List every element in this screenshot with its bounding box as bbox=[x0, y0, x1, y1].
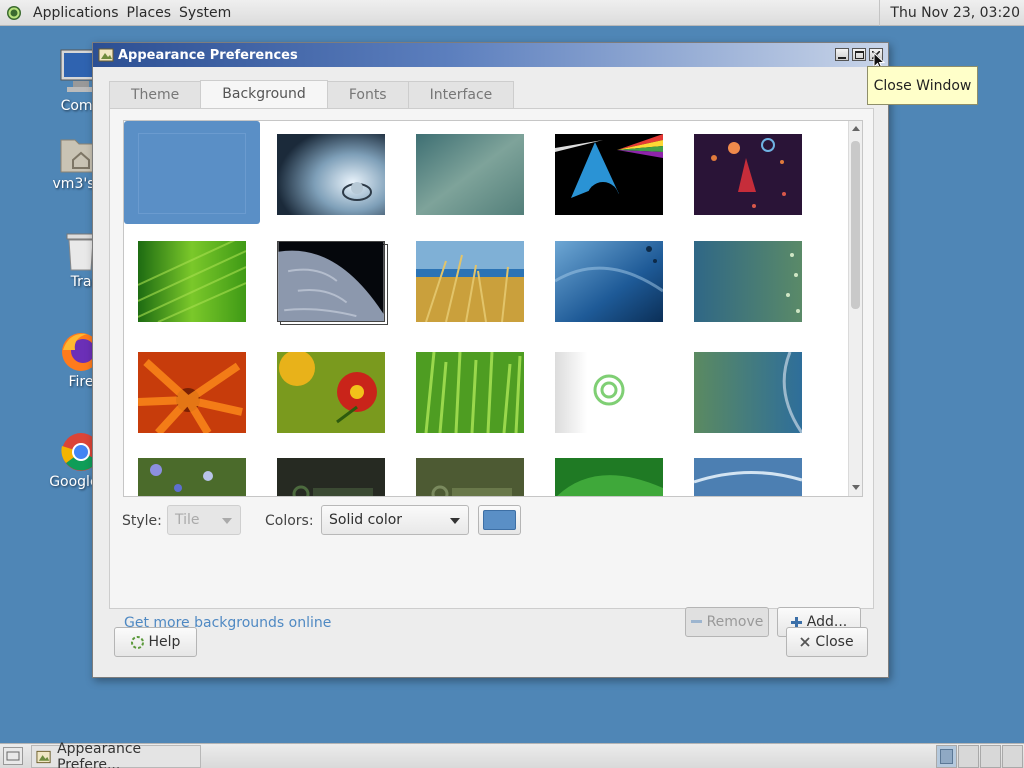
show-desktop-icon bbox=[6, 751, 20, 761]
remove-label: Remove bbox=[706, 614, 764, 630]
wallpaper-earth-orbit[interactable] bbox=[277, 241, 385, 322]
tab-fonts[interactable]: Fonts bbox=[326, 81, 409, 109]
plus-icon bbox=[790, 616, 802, 628]
wallpaper-green-blur[interactable] bbox=[416, 134, 524, 215]
wallpaper-green-leaves[interactable] bbox=[555, 458, 663, 497]
style-value: Tile bbox=[175, 512, 200, 528]
scrollbar-thumb[interactable] bbox=[851, 141, 860, 309]
tab-theme[interactable]: Theme bbox=[109, 81, 202, 109]
wallpaper-wheat-grass[interactable] bbox=[416, 241, 524, 322]
show-desktop-button[interactable] bbox=[3, 747, 23, 765]
wallpaper-space-planets[interactable] bbox=[694, 134, 802, 215]
tab-background[interactable]: Background bbox=[200, 80, 328, 110]
minimize-icon bbox=[838, 56, 846, 59]
style-label: Style: bbox=[122, 513, 162, 529]
colors-value: Solid color bbox=[329, 512, 403, 528]
gallery-scrollbar[interactable] bbox=[848, 121, 862, 496]
wallpaper-solid-color[interactable] bbox=[124, 121, 260, 224]
wallpaper-blue-green-wave[interactable] bbox=[694, 352, 802, 433]
workspace-2[interactable] bbox=[958, 745, 979, 768]
help-label: Help bbox=[148, 634, 181, 650]
appearance-app-icon bbox=[36, 750, 51, 763]
wallpaper-gallery bbox=[123, 120, 863, 497]
workspace-1[interactable] bbox=[936, 745, 957, 768]
desktop-icon-label: Fire bbox=[68, 374, 94, 390]
window-titlebar[interactable]: Appearance Preferences bbox=[93, 43, 888, 67]
wallpaper-purple-flowers[interactable] bbox=[138, 458, 246, 497]
menu-applications[interactable]: Applications bbox=[29, 5, 123, 21]
wallpaper-teal-bokeh[interactable] bbox=[694, 241, 802, 322]
wallpaper-water-drop[interactable] bbox=[277, 134, 385, 215]
maximize-button[interactable] bbox=[852, 48, 866, 61]
style-combo: Tile bbox=[167, 505, 241, 535]
workspace-4[interactable] bbox=[1002, 745, 1023, 768]
dropdown-caret-icon bbox=[222, 518, 232, 524]
color-picker-button[interactable] bbox=[478, 505, 521, 535]
dropdown-caret-icon bbox=[450, 518, 460, 524]
wallpaper-blue-wave[interactable] bbox=[694, 458, 802, 497]
tab-bar: Theme Background Fonts Interface bbox=[109, 80, 515, 110]
top-panel: Applications Places System Thu Nov 23, 0… bbox=[0, 0, 1024, 26]
close-button[interactable]: Close bbox=[786, 627, 868, 657]
desktop-icon-label: Tra bbox=[70, 274, 92, 290]
taskbar-appearance-window[interactable]: Appearance Prefere... bbox=[31, 741, 201, 768]
tab-interface[interactable]: Interface bbox=[407, 81, 515, 109]
maximize-icon bbox=[854, 50, 864, 59]
wallpaper-mate-olive[interactable] bbox=[416, 458, 524, 497]
minus-icon bbox=[690, 620, 702, 623]
wallpaper-red-flower[interactable] bbox=[277, 352, 385, 433]
help-icon bbox=[130, 635, 144, 649]
wallpaper-arch-prism[interactable] bbox=[555, 134, 663, 215]
colors-label: Colors: bbox=[265, 513, 314, 529]
wallpaper-mate-dark[interactable] bbox=[277, 458, 385, 497]
clock[interactable]: Thu Nov 23, 03:20 bbox=[879, 0, 1024, 26]
remove-button[interactable]: Remove bbox=[685, 607, 769, 637]
color-swatch bbox=[483, 510, 516, 530]
menu-places[interactable]: Places bbox=[123, 5, 176, 21]
menu-system[interactable]: System bbox=[175, 5, 235, 21]
wallpaper-mate-logo-white[interactable] bbox=[555, 352, 663, 433]
close-label: Close bbox=[815, 634, 854, 650]
colors-combo[interactable]: Solid color bbox=[321, 505, 469, 535]
taskbar-label: Appearance Prefere... bbox=[57, 740, 142, 768]
bottom-panel: Appearance Prefere... bbox=[0, 741, 1024, 768]
mate-logo-icon[interactable] bbox=[6, 5, 22, 21]
wallpaper-orange-flower[interactable] bbox=[138, 352, 246, 433]
close-window-tooltip: Close Window bbox=[867, 66, 978, 105]
minimize-button[interactable] bbox=[835, 48, 849, 61]
workspace-3[interactable] bbox=[980, 745, 1001, 768]
wallpaper-green-grass[interactable] bbox=[416, 352, 524, 433]
window-title: Appearance Preferences bbox=[118, 47, 298, 63]
wallpaper-green-leaf[interactable] bbox=[138, 241, 246, 322]
help-button[interactable]: Help bbox=[114, 627, 197, 657]
appearance-preferences-window: Appearance Preferences Theme Background … bbox=[92, 42, 889, 678]
scroll-down-arrow-icon[interactable] bbox=[852, 485, 860, 490]
scroll-up-arrow-icon[interactable] bbox=[852, 126, 860, 131]
appearance-app-icon bbox=[98, 48, 114, 62]
background-tab-panel: Style: Tile Colors: Solid color Get more… bbox=[109, 108, 874, 637]
wallpaper-blue-abstract[interactable] bbox=[555, 241, 663, 322]
close-icon bbox=[800, 637, 811, 647]
